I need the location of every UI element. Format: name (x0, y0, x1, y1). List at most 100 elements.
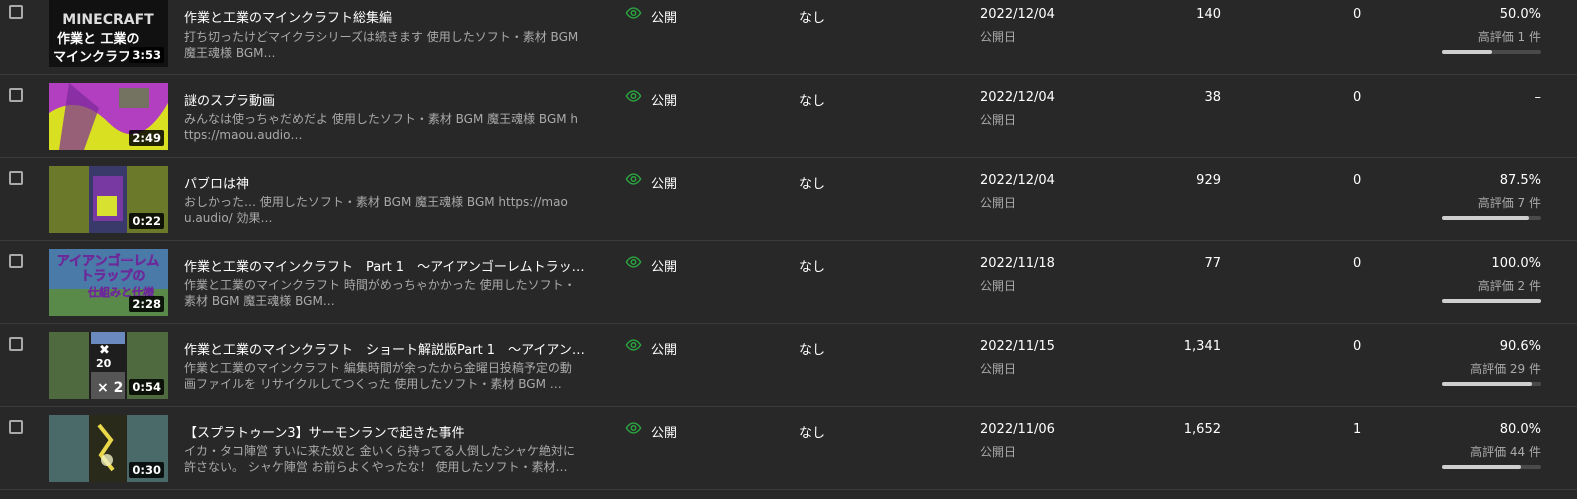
publish-date: 2022/12/04 (980, 7, 1055, 22)
video-description: イカ・タコ陣営 すいに来た奴と 金いくら持ってる人倒したシャケ絶対に許さない。 … (184, 444, 576, 474)
likes-percent: 80.0% (1499, 422, 1541, 437)
video-duration: 0:22 (129, 213, 164, 229)
publish-date-label: 公開日 (980, 113, 1017, 127)
video-title[interactable]: 作業と工業のマインクラフト総集編 (184, 7, 584, 26)
video-duration: 0:30 (129, 462, 164, 478)
video-title[interactable]: 作業と工業のマインクラフト ショート解説版Part 1 ～アイアン… (184, 339, 584, 358)
views-count: 929 (1196, 173, 1221, 188)
likes-bar-fill (1442, 382, 1532, 386)
video-description: 作業と工業のマインクラフト 時間がめっちゃかかった 使用したソフト・素材 BGM… (184, 278, 576, 308)
visibility-label[interactable]: 公開 (651, 256, 677, 275)
likes-percent: 87.5% (1499, 173, 1541, 188)
comments-count: 0 (1353, 256, 1362, 271)
table-row[interactable]: 0:22 パブロは神 おしかった… 使用したソフト・素材 BGM 魔王魂様 BG… (0, 158, 1577, 241)
visibility-label[interactable]: 公開 (651, 7, 677, 26)
video-thumbnail[interactable]: 0:30 (49, 415, 168, 482)
video-description: 打ち切ったけどマイクラシリーズは続きます 使用したソフト・素材 BGM 魔王魂様… (184, 30, 579, 60)
table-row[interactable]: ✖ 20 × 2 0:54 作業と工業のマインクラフト ショート解説版Part … (0, 324, 1577, 407)
likes-bar (1442, 216, 1541, 220)
video-title[interactable]: パブロは神 (184, 173, 584, 192)
row-checkbox[interactable] (9, 5, 23, 19)
table-row[interactable]: 0:30 【スプラトゥーン3】サーモンランで起きた事件 イカ・タコ陣営 すいに来… (0, 407, 1577, 490)
publish-date-label: 公開日 (980, 445, 1017, 459)
video-thumbnail[interactable]: MINECRAFT 作業と 工業の マインクラフ 3:53 (49, 0, 168, 67)
visibility-label[interactable]: 公開 (651, 422, 677, 441)
publish-date-label: 公開日 (980, 30, 1017, 44)
video-thumbnail[interactable]: アイアンゴーレム トラップの 仕組みと仕様 2:28 (49, 249, 168, 316)
views-count: 140 (1196, 7, 1221, 22)
comments-count: 0 (1353, 339, 1362, 354)
eye-icon (625, 7, 642, 19)
video-duration: 2:28 (129, 296, 164, 312)
video-title[interactable]: 謎のスプラ動画 (184, 90, 584, 109)
video-duration: 3:53 (129, 47, 164, 63)
likes-bar (1442, 50, 1541, 54)
likes-bar (1442, 299, 1541, 303)
publish-date-label: 公開日 (980, 196, 1017, 210)
row-checkbox[interactable] (9, 171, 23, 185)
likes-bar-fill (1442, 216, 1529, 220)
eye-icon (625, 173, 642, 185)
svg-text:作業と 工業の: 作業と 工業の (57, 31, 140, 47)
publish-date-label: 公開日 (980, 279, 1017, 293)
thumbnail-brand: MINECRAFT (62, 12, 154, 28)
likes-count: 高評価 7 件 (1477, 196, 1541, 210)
row-checkbox[interactable] (9, 337, 23, 351)
comments-count: 1 (1353, 422, 1362, 437)
svg-text:トラップの: トラップの (80, 269, 145, 284)
video-thumbnail[interactable]: ✖ 20 × 2 0:54 (49, 332, 168, 399)
likes-bar-fill (1442, 50, 1492, 54)
video-title[interactable]: 作業と工業のマインクラフト Part 1 ～アイアンゴーレムトラッ… (184, 256, 584, 275)
publish-date: 2022/12/04 (980, 173, 1055, 188)
visibility-label[interactable]: 公開 (651, 173, 677, 192)
likes-count: 高評価 2 件 (1477, 279, 1541, 293)
likes-bar (1442, 465, 1541, 469)
table-row[interactable]: 2:49 謎のスプラ動画 みんなは使っちゃだめだよ 使用したソフト・素材 BGM… (0, 75, 1577, 158)
row-checkbox[interactable] (9, 254, 23, 268)
restrictions-value: なし (799, 177, 826, 192)
visibility-label[interactable]: 公開 (651, 90, 677, 109)
eye-icon (625, 339, 642, 351)
views-count: 77 (1204, 256, 1221, 271)
video-list: MINECRAFT 作業と 工業の マインクラフ 3:53 作業と工業のマインク… (0, 0, 1577, 490)
likes-bar-fill (1442, 299, 1541, 303)
publish-date: 2022/11/18 (980, 256, 1055, 271)
table-row[interactable]: MINECRAFT 作業と 工業の マインクラフ 3:53 作業と工業のマインク… (0, 0, 1577, 75)
likes-count: 高評価 44 件 (1470, 445, 1541, 459)
video-thumbnail[interactable]: 0:22 (49, 166, 168, 233)
views-count: 38 (1204, 90, 1221, 105)
video-description: みんなは使っちゃだめだよ 使用したソフト・素材 BGM 魔王魂様 BGM htt… (184, 112, 579, 142)
visibility-label[interactable]: 公開 (651, 339, 677, 358)
likes-count: 高評価 29 件 (1470, 362, 1541, 376)
comments-count: 0 (1353, 7, 1362, 22)
restrictions-value: なし (799, 260, 826, 275)
table-row[interactable]: アイアンゴーレム トラップの 仕組みと仕様 2:28 作業と工業のマインクラフト… (0, 241, 1577, 324)
views-count: 1,652 (1183, 422, 1221, 437)
likes-percent: 90.6% (1499, 339, 1541, 354)
likes-percent: – (1534, 90, 1542, 105)
likes-percent: 50.0% (1499, 7, 1541, 22)
publish-date-label: 公開日 (980, 362, 1017, 376)
svg-text:✖: ✖ (99, 343, 110, 358)
row-checkbox[interactable] (9, 420, 23, 434)
eye-icon (625, 256, 642, 268)
restrictions-value: なし (799, 11, 826, 26)
svg-text:アイアンゴーレム: アイアンゴーレム (57, 253, 160, 269)
svg-text:× 2: × 2 (97, 380, 123, 396)
eye-icon (625, 90, 642, 102)
video-title[interactable]: 【スプラトゥーン3】サーモンランで起きた事件 (184, 422, 584, 441)
video-duration: 2:49 (129, 130, 164, 146)
restrictions-value: なし (799, 426, 826, 441)
row-checkbox[interactable] (9, 88, 23, 102)
svg-text:マインクラフ: マインクラフ (53, 50, 131, 65)
video-duration: 0:54 (129, 379, 164, 395)
restrictions-value: なし (799, 343, 826, 358)
video-thumbnail[interactable]: 2:49 (49, 83, 168, 150)
likes-count: 高評価 1 件 (1477, 30, 1541, 44)
likes-percent: 100.0% (1491, 256, 1541, 271)
eye-icon (625, 422, 642, 434)
restrictions-value: なし (799, 94, 826, 109)
comments-count: 0 (1353, 173, 1362, 188)
video-description: 作業と工業のマインクラフト 編集時間が余ったから金曜日投稿予定の動画ファイルを … (184, 361, 572, 391)
svg-text:20: 20 (96, 357, 112, 370)
